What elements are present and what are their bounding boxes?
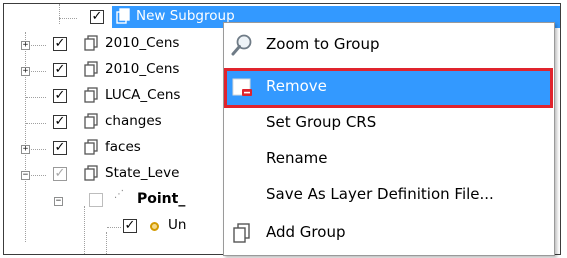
zoom-icon [231, 34, 252, 56]
visibility-checkbox[interactable]: ✓ [90, 10, 104, 24]
layer-label: Point_ [137, 191, 186, 207]
visibility-checkbox[interactable]: ✓ [53, 141, 67, 155]
collapse-icon[interactable]: − [21, 171, 30, 180]
visibility-checkbox[interactable]: ✓ [123, 219, 137, 233]
menu-item-set-group-crs[interactable]: Set Group CRS [226, 105, 552, 141]
tree-connector [26, 97, 46, 98]
collapse-icon[interactable]: − [54, 197, 63, 206]
group-icon [84, 113, 98, 129]
layer-label: faces [105, 139, 141, 155]
menu-item-remove[interactable]: Remove [226, 69, 552, 105]
group-icon [84, 61, 98, 77]
menu-item-add-group[interactable]: Add Group [226, 215, 552, 251]
group-icon [84, 165, 98, 181]
menu-item-label: Save As Layer Definition File... [266, 185, 494, 203]
menu-item-label: Remove [266, 77, 327, 95]
point-symbol-icon [150, 222, 159, 231]
expand-icon[interactable]: + [21, 41, 30, 50]
group-icon [84, 139, 98, 155]
visibility-checkbox[interactable]: ✓ [53, 63, 67, 77]
menu-item-label: Rename [266, 149, 328, 167]
menu-item-label: Set Group CRS [266, 113, 377, 131]
context-menu: Zoom to Group Remove Set Group CRS Renam… [223, 22, 555, 256]
menu-item-rename[interactable]: Rename [226, 141, 552, 177]
layer-label: 2010_Cens [105, 61, 180, 77]
add-group-icon [233, 223, 250, 243]
group-icon [84, 87, 98, 103]
visibility-checkbox[interactable]: ✓ [53, 37, 67, 51]
point-layer-icon: ⋰ [114, 189, 125, 200]
visibility-checkbox[interactable]: ✓ [53, 89, 67, 103]
menu-item-save-layer-definition[interactable]: Save As Layer Definition File... [226, 177, 552, 213]
layer-label: 2010_Cens [105, 35, 180, 51]
menu-item-label: Zoom to Group [266, 35, 380, 53]
visibility-checkbox[interactable] [89, 193, 103, 207]
layer-label: State_Leve [105, 165, 180, 181]
layer-label: New Subgroup [136, 8, 235, 24]
visibility-checkbox[interactable]: ✓ [53, 115, 67, 129]
group-icon [116, 8, 130, 24]
group-icon [84, 35, 98, 51]
expand-icon[interactable]: + [21, 145, 30, 154]
menu-item-label: Add Group [266, 223, 346, 241]
layer-label: changes [105, 113, 162, 129]
tree-connector [26, 123, 46, 124]
expand-icon[interactable]: + [21, 67, 30, 76]
layer-label: LUCA_Cens [105, 87, 181, 103]
tree-connector [107, 227, 121, 228]
menu-item-zoom-to-group[interactable]: Zoom to Group [226, 27, 552, 63]
remove-icon [232, 78, 252, 96]
visibility-checkbox[interactable]: ✓ [53, 167, 67, 181]
layer-label: Un [168, 217, 187, 233]
